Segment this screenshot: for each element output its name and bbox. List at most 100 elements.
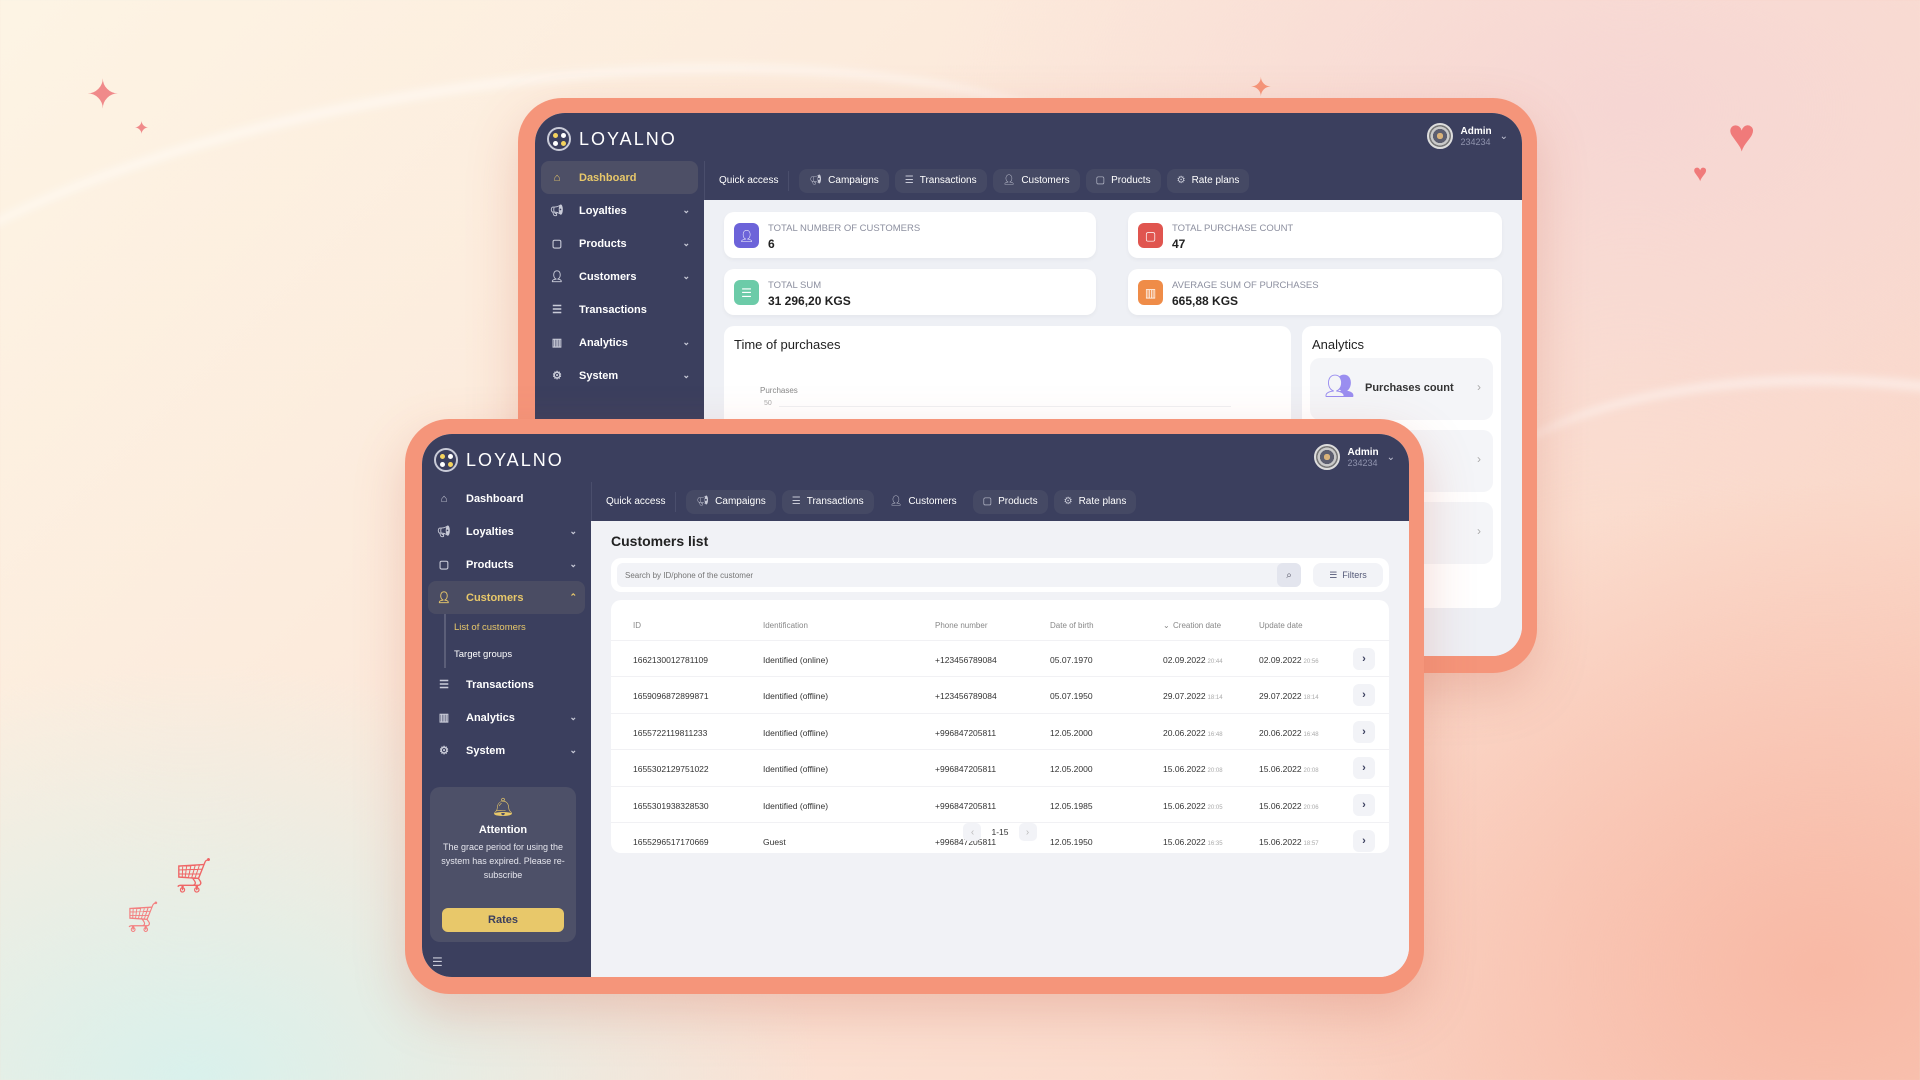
sidebar-item-label: Transactions [466, 678, 534, 691]
cell-dob-value: 12.05.2000 [1050, 727, 1093, 738]
table-header: ID Identification Phone number Date of b… [611, 615, 1389, 635]
filter-icon: ☰ [1329, 569, 1338, 580]
time-value: 20:08 [1303, 768, 1319, 775]
sidebar-item-dashboard[interactable]: ⌂ Dashboard [541, 161, 698, 194]
column-header-dob[interactable]: Date of birth [1050, 621, 1094, 630]
tab-rate-plans[interactable]: ⚙ Rate plans [1166, 168, 1250, 193]
tab-transactions[interactable]: ☰ Transactions [781, 489, 874, 514]
cell-identification-value: Identified (online) [763, 655, 829, 665]
open-customer-button[interactable]: › [1353, 648, 1375, 670]
sidebar-item-system[interactable]: ⚙ System ⌄ [541, 359, 698, 392]
logo[interactable]: LOYALNO [434, 448, 564, 472]
heart-icon: ♥ [1728, 109, 1756, 161]
rates-button[interactable]: Rates [442, 908, 564, 932]
chevron-down-icon: ⌄ [569, 526, 577, 536]
filters-button[interactable]: ☰ Filters [1313, 563, 1383, 587]
cell-id: 1655302129751022 [633, 764, 709, 774]
open-customer-button[interactable]: › [1353, 793, 1375, 816]
sidebar-item-dashboard[interactable]: ⌂ Dashboard [428, 482, 585, 515]
bell-icon: 🔔︎ [491, 797, 515, 817]
cell-identification: Identified (offline) [763, 801, 828, 811]
search-input[interactable] [617, 563, 1301, 587]
sidebar-item-loyalties[interactable]: 📢︎ Loyalties ⌄ [428, 515, 585, 548]
sidebar-subitem-list-of-customers[interactable]: List of customers [454, 614, 585, 641]
sidebar-item-transactions[interactable]: ☰ Transactions [428, 668, 585, 701]
user-menu[interactable]: Admin 234234 ⌄ [1313, 444, 1395, 470]
logo[interactable]: LOYALNO [547, 127, 677, 151]
search-icon: ⌕ [1286, 569, 1292, 581]
cell-id: 1659096872899871 [633, 691, 709, 701]
open-customer-button[interactable]: › [1353, 684, 1375, 707]
chevron-right-icon: › [1477, 524, 1481, 538]
prev-page-button[interactable]: ‹ [963, 823, 982, 841]
column-header-phone[interactable]: Phone number [935, 621, 987, 630]
time-value: 16:35 [1207, 841, 1223, 847]
table-row[interactable]: 1662130012781109 Identified (online) +1234… [611, 640, 1389, 676]
open-customer-button[interactable]: › [1353, 757, 1375, 780]
sidebar-item-products[interactable]: ▢ Products ⌄ [541, 227, 698, 260]
tab-campaigns[interactable]: 📢︎ Campaigns [799, 168, 889, 193]
cell-identification-value: Identified (offline) [763, 691, 829, 702]
stat-total-sum: ☰ Total sum 31 296,20 KGS [724, 269, 1096, 315]
user-icon: 👤︎ [889, 496, 903, 507]
tab-label: Customers [1021, 175, 1070, 186]
customers-window-frame: LOYALNO Admin 234234 ⌄ ⌂ Dashboard 📢︎ Loya… [405, 419, 1424, 994]
analytics-item-purchases-count[interactable]: 👥︎ Purchases count › [1310, 358, 1493, 420]
cell-id-value: 1655302129751022 [633, 764, 709, 775]
chart-gridline [779, 406, 1231, 407]
column-header-creation-date[interactable]: Creation date [1173, 621, 1221, 630]
sidebar-item-label: Products [579, 237, 627, 250]
bag-icon: ▢ [551, 238, 563, 250]
user-id: 234234 [1347, 457, 1378, 468]
sidebar-item-analytics[interactable]: ▥ Analytics ⌄ [541, 326, 698, 359]
sidebar-item-products[interactable]: ▢ Products ⌄ [428, 548, 585, 581]
tab-label: Customers [908, 496, 957, 507]
table-row[interactable]: 1655301938328530 Identified (offline) +996… [611, 785, 1389, 822]
cell-dob: 12.05.2000 [1050, 764, 1093, 774]
column-header-identification[interactable]: Identification [763, 621, 808, 630]
chevron-down-icon: ⌄ [682, 205, 690, 215]
sidebar-item-label: Dashboard [579, 171, 637, 184]
sidebar-subitem-target-groups[interactable]: Target groups [454, 641, 585, 668]
tab-campaigns[interactable]: 📢︎ Campaigns [686, 489, 776, 514]
search-button[interactable]: ⌕ [1277, 563, 1301, 587]
tab-customers[interactable]: 👤︎ Customers [992, 168, 1080, 193]
table-row[interactable]: 1659096872899871 Identified (offline) +123… [611, 676, 1389, 712]
stat-label: Total number of customers [768, 223, 921, 234]
tab-rate-plans[interactable]: ⚙ Rate plans [1053, 489, 1137, 514]
tab-transactions[interactable]: ☰ Transactions [894, 168, 987, 193]
tab-customers[interactable]: 👤︎ Customers [880, 490, 967, 514]
tab-products[interactable]: ▢ Products [1085, 168, 1161, 193]
sidebar-item-label: Analytics [466, 711, 515, 724]
analytics-item-label: Purchases count [1365, 382, 1454, 394]
menu-toggle-icon[interactable]: ☰ [432, 955, 443, 969]
table-row[interactable]: 1655722119811233 Identified (offline) +996… [611, 712, 1389, 749]
sidebar-item-system[interactable]: ⚙ System ⌄ [428, 734, 585, 767]
sidebar-item-label: Customers [466, 591, 524, 604]
column-header-id[interactable]: ID [633, 621, 641, 630]
sparkle-icon: ✦ [134, 118, 150, 138]
bag-icon: ▢ [1095, 175, 1106, 186]
sidebar-item-customers[interactable]: 👤︎ Customers ⌃ [428, 581, 585, 614]
quick-access-label: Quick access [606, 491, 677, 512]
user-menu[interactable]: Admin 234234 ⌄ [1426, 123, 1508, 149]
user-icon: 👤︎ [1002, 175, 1016, 186]
cell-creation-date: 15.06.2022 20:08 [1163, 764, 1223, 774]
table-row[interactable]: 1655302129751022 Identified (offline) +996… [611, 749, 1389, 785]
sidebar-item-label: Products [466, 558, 514, 571]
sidebar-item-customers[interactable]: 👤︎ Customers ⌄ [541, 260, 698, 293]
tab-products[interactable]: ▢ Products [972, 489, 1048, 514]
time-value: 20:08 [1207, 768, 1223, 775]
chevron-down-icon: ⌄ [682, 337, 690, 347]
attention-panel: 🔔︎ Attention The grace period for using … [430, 787, 576, 942]
column-header-update-date[interactable]: Update date [1259, 621, 1303, 630]
cell-creation-date-value: 15.06.2022 [1163, 764, 1206, 775]
sidebar-item-analytics[interactable]: ▥ Analytics ⌄ [428, 701, 585, 734]
stat-label: Total sum [768, 280, 822, 291]
cell-update-date-value: 15.06.2022 [1259, 764, 1302, 775]
open-customer-button[interactable]: › [1353, 720, 1375, 743]
next-page-button[interactable]: › [1018, 823, 1037, 841]
sidebar-item-loyalties[interactable]: 📢︎ Loyalties ⌄ [541, 194, 698, 227]
sidebar-item-transactions[interactable]: ☰ Transactions [541, 293, 698, 326]
cell-identification: Identified (offline) [763, 691, 828, 701]
